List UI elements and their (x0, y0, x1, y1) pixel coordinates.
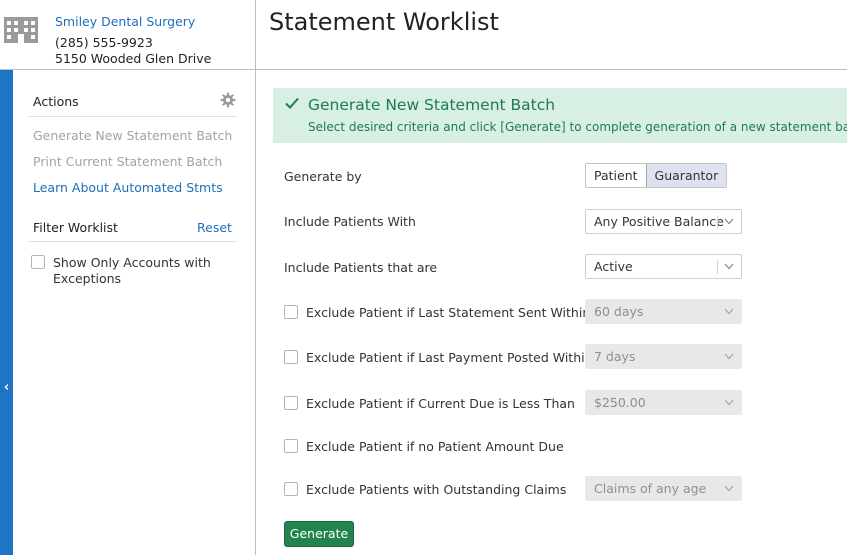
generate-button[interactable]: Generate (284, 521, 354, 547)
exclude-last-payment-checkbox[interactable] (284, 350, 298, 364)
practice-address: 5150 Wooded Glen Drive (55, 51, 212, 66)
include-with-value: Any Positive Balance (594, 214, 724, 229)
exceptions-checkbox[interactable] (31, 255, 45, 269)
exclude-current-due-label: Exclude Patient if Current Due is Less T… (306, 396, 575, 411)
practice-name-link[interactable]: Smiley Dental Surgery (55, 14, 195, 29)
exclude-last-payment-value: 7 days (594, 349, 636, 364)
chevron-down-icon (724, 308, 734, 315)
exclude-current-due-checkbox[interactable] (284, 396, 298, 410)
exclude-last-statement-checkbox[interactable] (284, 305, 298, 319)
exceptions-checkbox-label: Show Only Accounts with Exceptions (53, 255, 211, 286)
filter-divider (28, 241, 237, 242)
banner-title: Generate New Statement Batch (308, 96, 556, 114)
actions-heading: Actions (33, 94, 79, 109)
practice-phone: (285) 555-9923 (55, 35, 153, 50)
include-that-are-label: Include Patients that are (284, 260, 438, 275)
exclude-outstanding-claims-checkbox[interactable] (284, 482, 298, 496)
include-that-are-select[interactable]: Active (585, 254, 742, 279)
chevron-left-icon[interactable]: ‹ (0, 380, 13, 395)
filter-heading: Filter Worklist (33, 220, 118, 235)
exclude-outstanding-claims-value: Claims of any age (594, 481, 707, 496)
gear-icon[interactable] (220, 92, 236, 108)
generate-by-toggle: Patient Guarantor (585, 163, 728, 188)
exclude-current-due-value: $250.00 (594, 395, 646, 410)
chevron-down-icon (724, 218, 734, 225)
include-that-are-value: Active (594, 259, 633, 274)
exclude-last-statement-select[interactable]: 60 days (585, 299, 742, 324)
generate-batch-link[interactable]: Generate New Statement Batch (33, 128, 232, 143)
exclude-last-statement-value: 60 days (594, 304, 644, 319)
select-separator (717, 260, 718, 274)
exclude-last-payment-select[interactable]: 7 days (585, 344, 742, 369)
chevron-down-icon (724, 353, 734, 360)
exclude-last-payment-label: Exclude Patient if Last Payment Posted W… (306, 350, 593, 365)
actions-divider (28, 116, 237, 117)
sidebar-collapse-rail[interactable] (0, 70, 13, 555)
header-divider (256, 69, 847, 70)
learn-automated-stmts-link[interactable]: Learn About Automated Stmts (33, 180, 223, 195)
patient-option[interactable]: Patient (586, 164, 646, 187)
chevron-down-icon (724, 485, 734, 492)
building-icon (4, 17, 38, 43)
generate-by-label: Generate by (284, 169, 362, 184)
practice-info: Smiley Dental Surgery (285) 555-9923 515… (0, 0, 256, 70)
page-title: Statement Worklist (269, 8, 499, 36)
exclude-outstanding-claims-select[interactable]: Claims of any age (585, 476, 742, 501)
check-icon (285, 97, 299, 109)
reset-link[interactable]: Reset (197, 220, 232, 235)
print-batch-link[interactable]: Print Current Statement Batch (33, 154, 222, 169)
include-with-label: Include Patients With (284, 214, 416, 229)
exclude-no-patient-amount-checkbox[interactable] (284, 439, 298, 453)
exclude-outstanding-claims-label: Exclude Patients with Outstanding Claims (306, 482, 567, 497)
exclude-no-patient-amount-label: Exclude Patient if no Patient Amount Due (306, 439, 564, 454)
banner-subtitle: Select desired criteria and click [Gener… (308, 120, 847, 134)
include-with-select[interactable]: Any Positive Balance (585, 209, 742, 234)
exclude-current-due-select[interactable]: $250.00 (585, 390, 742, 415)
guarantor-option[interactable]: Guarantor (645, 164, 727, 187)
sidebar-divider (255, 0, 256, 555)
select-separator (717, 215, 718, 229)
chevron-down-icon (724, 399, 734, 406)
chevron-down-icon (724, 263, 734, 270)
exclude-last-statement-label: Exclude Patient if Last Statement Sent W… (306, 305, 591, 320)
